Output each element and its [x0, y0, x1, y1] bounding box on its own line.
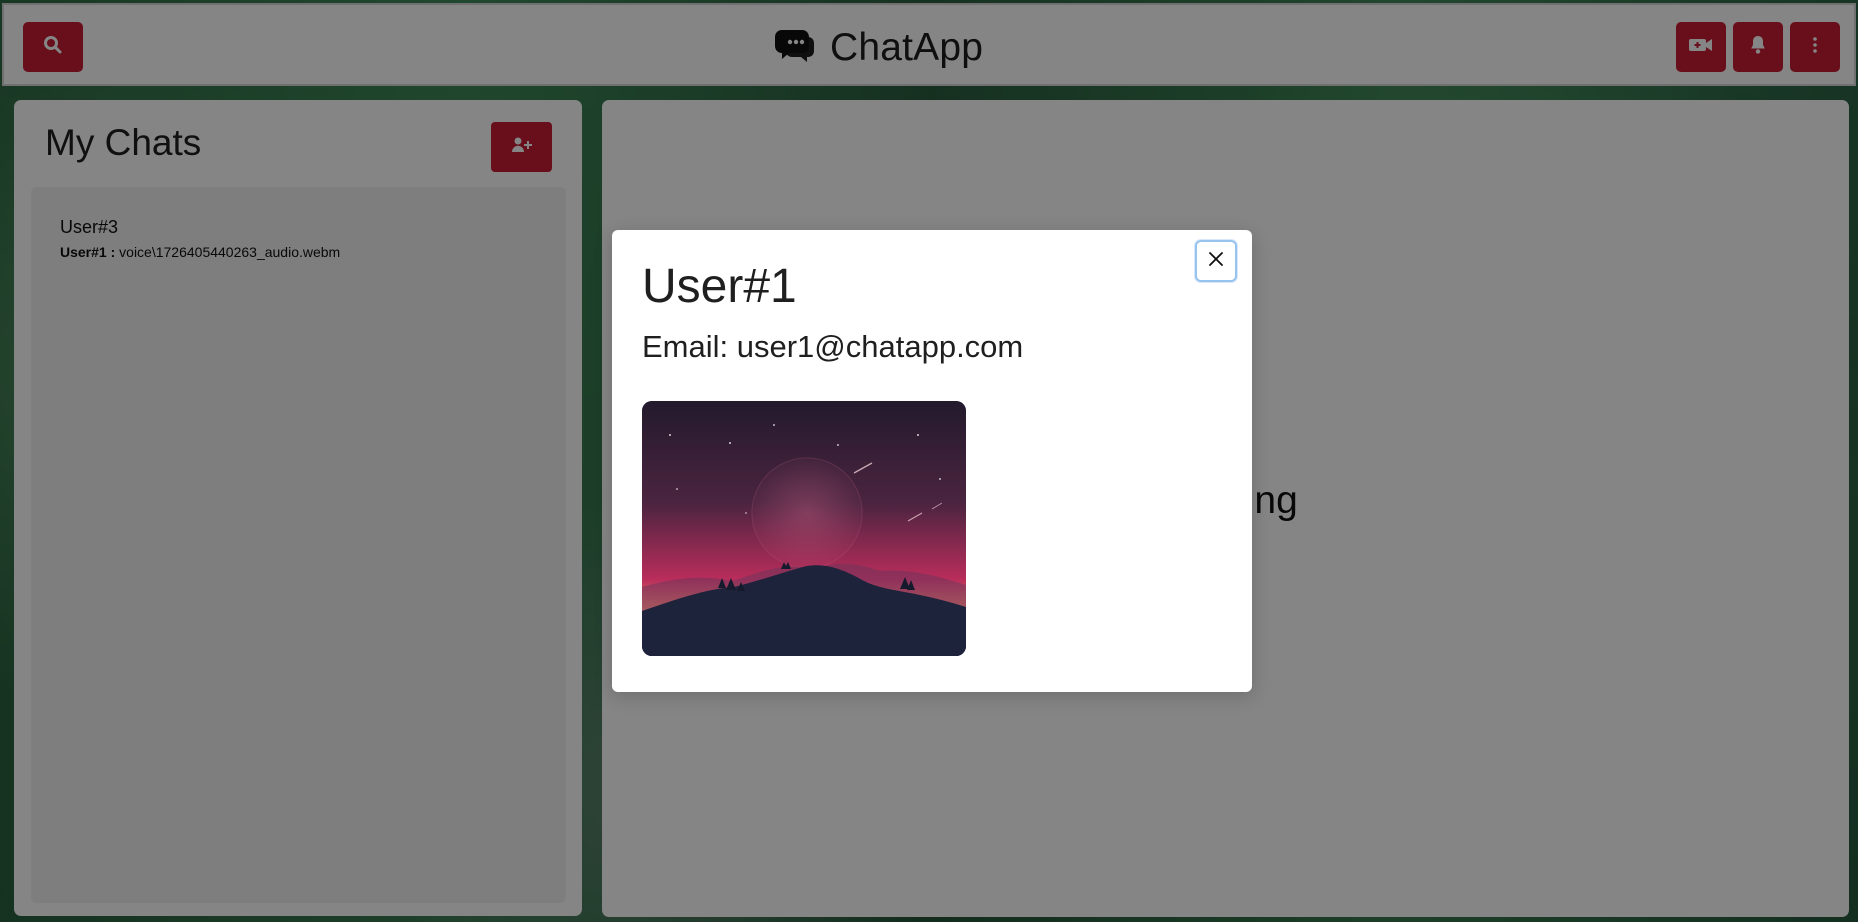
modal-email: Email: user1@chatapp.com [642, 329, 1024, 364]
modal-title: User#1 [642, 260, 797, 313]
user-profile-modal: User#1 Email: user1@chatapp.com [612, 230, 1252, 692]
close-icon [1207, 250, 1225, 273]
close-modal-button[interactable] [1195, 240, 1237, 282]
profile-image [642, 401, 966, 656]
